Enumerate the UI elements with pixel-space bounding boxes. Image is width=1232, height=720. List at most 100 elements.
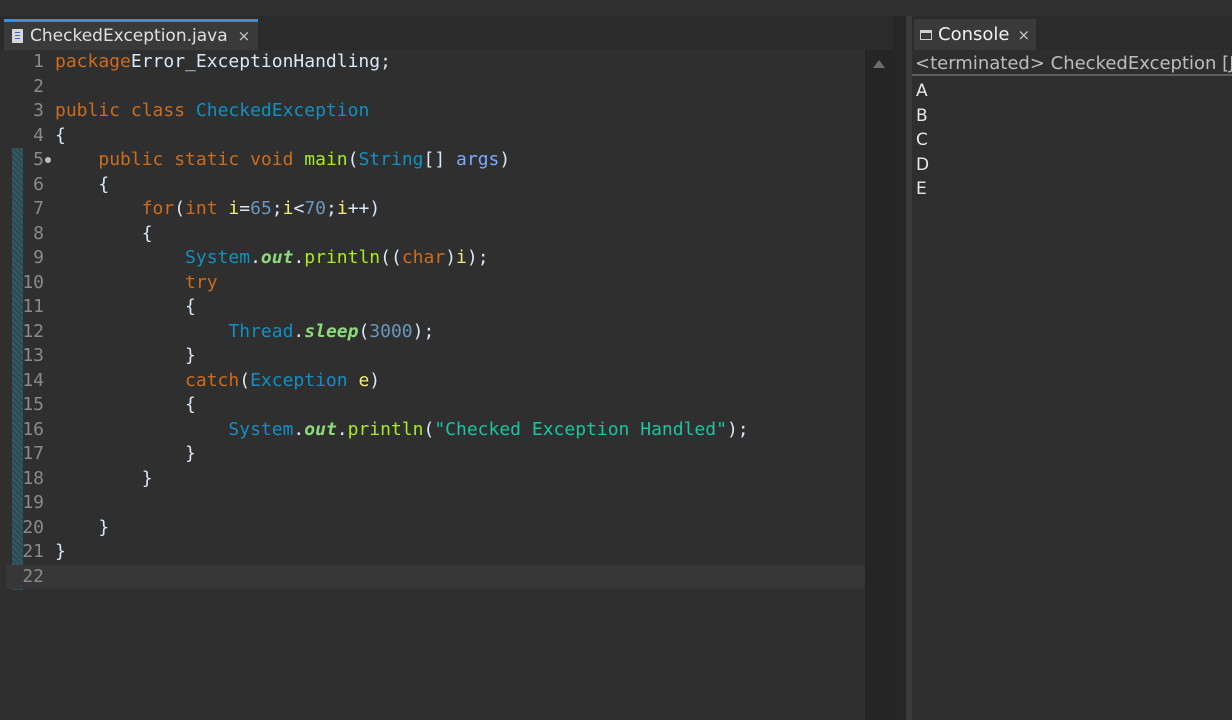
code-token: =	[239, 198, 251, 219]
code-line[interactable]: 19	[6, 491, 865, 516]
code-line[interactable]: 20 }	[6, 516, 865, 541]
code-line[interactable]: 10 try	[6, 271, 865, 296]
code-token: (	[358, 320, 370, 342]
code-token: "Checked Exception Handled"	[434, 418, 727, 440]
code-token: System	[185, 247, 251, 268]
editor-pane: CheckedException.java × 1 packageError_Ex…	[0, 16, 893, 720]
line-number: 4	[33, 124, 44, 146]
code-line[interactable]: 15 {	[6, 393, 865, 418]
code-token: char	[401, 247, 446, 268]
line-number: 5	[33, 149, 44, 170]
console-status-header: <terminated> CheckedException [Java Appl…	[912, 50, 1232, 76]
code-line[interactable]: 18 }	[6, 467, 865, 492]
code-token: String	[358, 149, 424, 170]
code-token: []	[423, 149, 457, 170]
code-token: .	[250, 247, 261, 268]
code-token: Error_ExceptionHandling;	[130, 51, 391, 72]
line-number: 19	[22, 492, 44, 513]
code-text: System.out.println((char)i);	[55, 246, 489, 271]
close-icon[interactable]: ×	[1017, 26, 1030, 44]
tab-console[interactable]: Console ×	[914, 19, 1037, 50]
code-line[interactable]: 7 for(int i=65;i<70;i++)	[6, 197, 865, 222]
fold-marker-icon[interactable]	[45, 157, 51, 163]
code-line[interactable]: 5 public static void main(String[] args)	[6, 148, 865, 173]
line-number: 7	[33, 198, 44, 219]
code-text: Thread.sleep(3000);	[55, 320, 434, 345]
code-text: System.out.println("Checked Exception Ha…	[55, 418, 749, 443]
code-token: args	[456, 149, 500, 170]
line-number: 13	[22, 345, 44, 366]
code-area[interactable]: 1 packageError_ExceptionHandling; 2 3 public…	[6, 50, 865, 720]
code-token: .	[293, 320, 305, 342]
console-output[interactable]: ABCDE	[916, 79, 929, 202]
code-token: i	[228, 198, 240, 219]
code-token: );	[726, 418, 749, 440]
editor-tab-bar: CheckedException.java ×	[0, 16, 893, 50]
code-line[interactable]: 16 System.out.println("Checked Exception…	[6, 418, 865, 443]
line-number: 12	[22, 320, 44, 342]
vertical-scrollbar[interactable]	[865, 50, 893, 720]
code-token: Exception	[250, 369, 359, 391]
code-token: catch	[185, 369, 240, 391]
code-token: for	[141, 198, 175, 219]
code-line[interactable]: 14 catch(Exception e)	[6, 369, 865, 394]
code-token: println	[304, 247, 381, 268]
code-token: ++)	[347, 198, 381, 219]
code-text: public static void main(String[] args)	[55, 148, 510, 173]
console-output-line: C	[916, 130, 928, 150]
console-output-line: D	[916, 154, 930, 175]
code-text: {	[55, 222, 153, 247]
code-token: ((	[380, 247, 402, 268]
code-token: main	[304, 149, 348, 170]
code-line[interactable]: 8 {	[6, 222, 865, 247]
code-token: ;	[326, 198, 337, 219]
code-line[interactable]: 11 {	[6, 295, 865, 320]
tab-checked-exception-java[interactable]: CheckedException.java ×	[4, 19, 259, 50]
code-token: {	[55, 124, 66, 146]
code-text: }	[55, 516, 109, 541]
code-line[interactable]: 17 }	[6, 442, 865, 467]
code-line[interactable]: 9 System.out.println((char)i);	[6, 246, 865, 271]
line-number: 6	[33, 173, 44, 195]
scroll-up-arrow-icon[interactable]	[873, 60, 885, 68]
code-token: }	[55, 345, 196, 366]
code-line[interactable]: 21}	[6, 540, 865, 565]
code-token: Thread	[228, 320, 294, 342]
code-token: (	[239, 369, 251, 391]
code-line[interactable]: 6 {	[6, 173, 865, 198]
line-number: 18	[22, 467, 44, 489]
code-token: }	[55, 443, 196, 464]
code-line[interactable]: 2	[6, 75, 865, 100]
code-line[interactable]: 3 public class CheckedException	[6, 99, 865, 124]
code-token: 65	[250, 198, 272, 219]
code-line[interactable]: 22	[6, 564, 865, 589]
code-text: {	[55, 393, 196, 418]
code-line[interactable]: 1 packageError_ExceptionHandling;	[6, 50, 865, 75]
code-token: (	[347, 149, 359, 170]
code-line[interactable]: 12 Thread.sleep(3000);	[6, 320, 865, 345]
line-number: 3	[33, 100, 44, 121]
code-token: <	[293, 198, 305, 219]
line-number: 21	[22, 541, 44, 562]
code-line[interactable]: 4{	[6, 124, 865, 149]
code-token: out	[260, 247, 294, 268]
line-number: 10	[22, 271, 44, 293]
close-icon[interactable]: ×	[238, 27, 251, 45]
code-token: );	[412, 320, 435, 342]
code-token: out	[304, 418, 337, 440]
code-text: catch(Exception e)	[55, 369, 380, 394]
code-line[interactable]: 13 }	[6, 344, 865, 369]
code-token: .	[293, 247, 305, 268]
code-token: {	[55, 222, 153, 244]
code-token: 3000	[369, 320, 413, 342]
console-output-line: A	[916, 81, 928, 101]
code-token: sleep	[304, 320, 359, 342]
console-output-line: B	[916, 105, 928, 126]
pane-divider[interactable]	[893, 16, 912, 720]
code-token: i	[336, 198, 348, 219]
